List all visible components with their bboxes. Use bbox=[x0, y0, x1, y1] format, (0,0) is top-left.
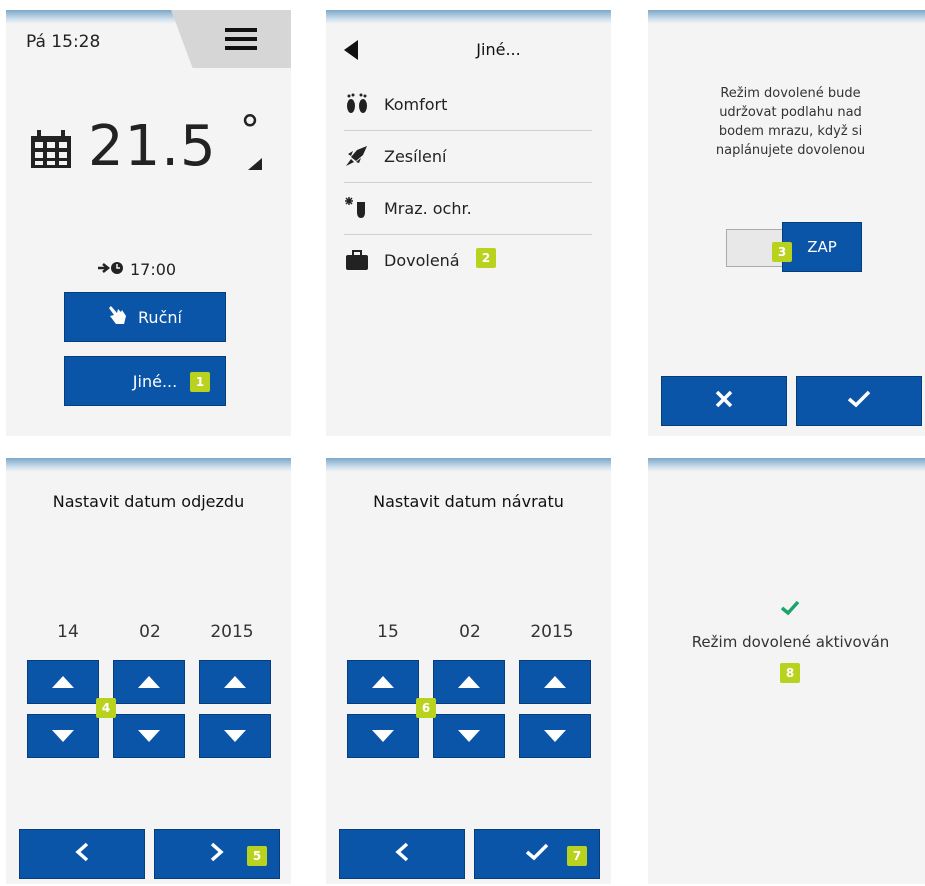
arrow-clock-icon bbox=[98, 260, 124, 279]
description-line: Režim dovolené bude bbox=[720, 86, 861, 101]
month-up-button[interactable] bbox=[113, 660, 185, 704]
step-badge: 6 bbox=[416, 698, 436, 718]
feet-icon bbox=[344, 91, 370, 117]
day-down-button[interactable] bbox=[347, 714, 419, 758]
month-up-button[interactable] bbox=[433, 660, 505, 704]
step-badge: 8 bbox=[780, 663, 800, 683]
hand-icon bbox=[108, 304, 128, 330]
screen-title: Nastavit datum odjezdu bbox=[52, 492, 245, 511]
degree-symbol: ° bbox=[240, 108, 260, 154]
manual-button-label: Ruční bbox=[138, 307, 182, 327]
frost-icon bbox=[344, 195, 370, 221]
chevron-down-icon bbox=[52, 727, 74, 746]
chevron-down-icon bbox=[138, 727, 160, 746]
chevron-up-icon bbox=[52, 673, 74, 692]
check-icon bbox=[525, 843, 549, 865]
year-value: 2015 bbox=[530, 622, 574, 642]
menu-icon[interactable] bbox=[225, 28, 257, 50]
chevron-up-icon bbox=[544, 673, 566, 692]
chevron-up-icon bbox=[458, 673, 480, 692]
menu-item-holiday[interactable]: Dovolená bbox=[344, 234, 592, 286]
success-check-icon bbox=[780, 600, 800, 620]
other-button-label: Jiné... bbox=[132, 371, 178, 391]
step-badge: 7 bbox=[567, 846, 587, 866]
menu-item-comfort[interactable]: Komfort bbox=[344, 78, 592, 131]
step-badge: 5 bbox=[247, 846, 267, 866]
year-down-button[interactable] bbox=[199, 714, 271, 758]
year-down-button[interactable] bbox=[519, 714, 591, 758]
toggle-on-button[interactable]: ZAP bbox=[782, 222, 862, 272]
cancel-button[interactable] bbox=[661, 376, 787, 426]
other-menu-screen: Jiné... Komfort Zesílení Mraz. ochr. Dov… bbox=[326, 10, 611, 436]
chevron-up-icon bbox=[224, 673, 246, 692]
holiday-toggle-screen: Režim dovolené bude udržovat podlahu nad… bbox=[648, 10, 925, 436]
menu-item-label: Komfort bbox=[384, 94, 448, 114]
screen-title: Nastavit datum návratu bbox=[373, 492, 564, 511]
day-up-button[interactable] bbox=[27, 660, 99, 704]
menu-item-label: Mraz. ochr. bbox=[384, 198, 472, 218]
home-screen: Pá 15:28 21.5 ° 17:00 Ruční Jiné... 1 bbox=[6, 10, 291, 436]
year-up-button[interactable] bbox=[519, 660, 591, 704]
menu-title: Jiné... bbox=[476, 40, 521, 59]
calendar-icon bbox=[29, 130, 73, 170]
day-down-button[interactable] bbox=[27, 714, 99, 758]
day-up-button[interactable] bbox=[347, 660, 419, 704]
back-button[interactable] bbox=[339, 829, 465, 879]
menu-item-frost-protection[interactable]: Mraz. ochr. bbox=[344, 182, 592, 235]
toggle-label: ZAP bbox=[807, 238, 837, 256]
suitcase-icon bbox=[344, 247, 370, 273]
chevron-up-icon bbox=[372, 673, 394, 692]
return-date-screen: Nastavit datum návratu 15 02 2015 6 7 bbox=[326, 458, 611, 884]
chevron-down-icon bbox=[372, 727, 394, 746]
step-badge: 1 bbox=[190, 372, 210, 392]
menu-item-label: Zesílení bbox=[384, 146, 447, 166]
chevron-left-icon bbox=[395, 842, 409, 866]
close-icon bbox=[715, 390, 733, 412]
chevron-down-icon bbox=[544, 727, 566, 746]
check-icon bbox=[847, 390, 871, 412]
month-value: 02 bbox=[459, 622, 481, 642]
rocket-icon bbox=[344, 143, 370, 169]
manual-button[interactable]: Ruční bbox=[64, 292, 226, 342]
month-down-button[interactable] bbox=[433, 714, 505, 758]
step-badge: 4 bbox=[96, 698, 116, 718]
chevron-up-icon bbox=[138, 673, 160, 692]
year-value: 2015 bbox=[210, 622, 254, 642]
step-badge: 3 bbox=[772, 242, 792, 262]
activated-message: Režim dovolené aktivován bbox=[691, 633, 890, 651]
month-value: 02 bbox=[139, 622, 161, 642]
day-value: 15 bbox=[377, 622, 399, 642]
confirm-button[interactable] bbox=[796, 376, 922, 426]
holiday-activated-screen: Režim dovolené aktivován 8 bbox=[648, 458, 925, 884]
chevron-left-icon bbox=[75, 842, 89, 866]
menu-item-label: Dovolená bbox=[384, 250, 460, 270]
holiday-description: Režim dovolené bude udržovat podlahu nad… bbox=[648, 84, 925, 160]
next-event: 17:00 bbox=[98, 260, 176, 279]
description-line: udržovat podlahu nad bbox=[719, 105, 862, 120]
departure-date-screen: Nastavit datum odjezdu 14 02 2015 4 5 bbox=[6, 458, 291, 884]
chevron-right-icon bbox=[210, 842, 224, 866]
floor-sensor-icon bbox=[248, 158, 262, 170]
description-line: bodem mrazu, když si bbox=[718, 124, 863, 139]
temperature: 21.5 bbox=[88, 114, 217, 179]
description-line: naplánujete dovolenou bbox=[715, 143, 866, 158]
step-badge: 2 bbox=[476, 248, 496, 268]
menu-item-boost[interactable]: Zesílení bbox=[344, 130, 592, 183]
next-event-time: 17:00 bbox=[130, 260, 177, 279]
chevron-down-icon bbox=[224, 727, 246, 746]
day-time: Pá 15:28 bbox=[26, 32, 101, 52]
month-down-button[interactable] bbox=[113, 714, 185, 758]
day-value: 14 bbox=[57, 622, 79, 642]
chevron-down-icon bbox=[458, 727, 480, 746]
back-button[interactable] bbox=[19, 829, 145, 879]
year-up-button[interactable] bbox=[199, 660, 271, 704]
